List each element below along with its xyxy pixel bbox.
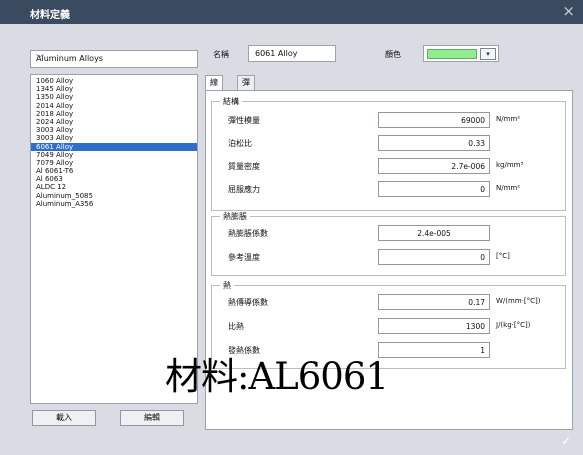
chevron-down-icon: ﹀ <box>36 54 44 63</box>
reference-temperature-row: 參考溫度 0 [°C] <box>228 249 564 266</box>
property-label: 比熱 <box>228 322 244 331</box>
unit-label: kg/mm³ <box>496 161 524 169</box>
elastic-modulus-field[interactable]: 69000 <box>378 112 490 128</box>
unit-label: N/mm² <box>496 115 521 123</box>
color-dropdown-button[interactable]: ▾ <box>480 48 496 60</box>
list-item[interactable]: Al 6061-T6 <box>31 167 197 175</box>
property-label: 屈服應力 <box>228 185 260 194</box>
color-picker[interactable]: ▾ <box>423 45 499 62</box>
thermal-expansion-coefficient-field[interactable]: 2.4e-005 <box>378 225 490 241</box>
unit-label: N/mm² <box>496 184 521 192</box>
unit-label: J/(kg·[°C]) <box>496 321 531 329</box>
list-item[interactable]: ALDC 12 <box>31 183 197 191</box>
poisson-ratio-row: 泊松比 0.33 <box>228 135 564 152</box>
list-item[interactable]: 7049 Alloy <box>31 151 197 159</box>
poisson-ratio-field[interactable]: 0.33 <box>378 135 490 151</box>
checkmark-icon[interactable]: ✓ <box>561 434 571 448</box>
list-item[interactable]: 3003 Alloy <box>31 126 197 134</box>
property-label: 參考溫度 <box>228 253 260 262</box>
list-item[interactable]: 2014 Alloy <box>31 102 197 110</box>
edit-button[interactable]: 編輯 <box>120 410 184 426</box>
elastic-modulus-row: 彈性模量 69000 N/mm² <box>228 112 564 129</box>
list-item[interactable]: 6061 Alloy <box>31 142 197 151</box>
color-label: 顏色 <box>385 50 401 59</box>
thermal-expansion-coefficient-row: 熱膨脹係數 2.4e-005 <box>228 225 564 242</box>
specific-heat-field[interactable]: 1300 <box>378 318 490 334</box>
title-bar: 材料定義 × <box>0 0 583 24</box>
list-item[interactable]: Aluminum_5085 <box>31 192 197 200</box>
thermal-expansion-group-title: 熱膨脹 <box>220 211 250 222</box>
close-icon[interactable]: × <box>562 3 575 19</box>
mass-density-row: 質量密度 2.7e-006 kg/mm³ <box>228 158 564 175</box>
window-title: 材料定義 <box>30 10 70 21</box>
list-item[interactable]: 2024 Alloy <box>31 118 197 126</box>
heat-group-title: 熱 <box>220 280 234 291</box>
unit-label: W/(mm·[°C]) <box>496 297 541 305</box>
list-item[interactable]: 3003 Alloy <box>31 134 197 142</box>
heat-generation-coefficient-field[interactable]: 1 <box>378 342 490 358</box>
category-select[interactable]: Aluminum Alloys ﹀ <box>30 50 198 68</box>
structure-group: 結構 彈性模量 69000 N/mm² 泊松比 0.33 質量密度 2.7e-0… <box>211 96 566 211</box>
mass-density-field[interactable]: 2.7e-006 <box>378 158 490 174</box>
property-label: 熱傳導係數 <box>228 298 268 307</box>
list-item[interactable]: 7079 Alloy <box>31 159 197 167</box>
color-swatch <box>427 49 477 59</box>
structure-group-title: 結構 <box>220 96 242 107</box>
yield-stress-row: 屈服應力 0 N/mm² <box>228 181 564 198</box>
yield-stress-field[interactable]: 0 <box>378 181 490 197</box>
thermal-expansion-group: 熱膨脹 熱膨脹係數 2.4e-005 參考溫度 0 [°C] <box>211 211 566 276</box>
property-label: 泊松比 <box>228 139 252 148</box>
property-label: 彈性模量 <box>228 116 260 125</box>
thermal-conductivity-row: 熱傳導係數 0.17 W/(mm·[°C]) <box>228 294 564 311</box>
load-button[interactable]: 載入 <box>32 410 96 426</box>
property-label: 熱膨脹係數 <box>228 229 268 238</box>
unit-label: [°C] <box>496 252 510 260</box>
list-item[interactable]: 2018 Alloy <box>31 110 197 118</box>
list-item[interactable]: 1060 Alloy <box>31 77 197 85</box>
list-item[interactable]: Al 6063 <box>31 175 197 183</box>
list-item[interactable]: 1345 Alloy <box>31 85 197 93</box>
name-field[interactable]: 6061 Alloy <box>248 45 336 62</box>
overlay-caption: 材料:AL6061 <box>165 355 389 398</box>
specific-heat-row: 比熱 1300 J/(kg·[°C]) <box>228 318 564 335</box>
property-label: 質量密度 <box>228 162 260 171</box>
thermal-conductivity-field[interactable]: 0.17 <box>378 294 490 310</box>
list-item[interactable]: 1350 Alloy <box>31 93 197 101</box>
reference-temperature-field[interactable]: 0 <box>378 249 490 265</box>
name-label: 名稱 <box>213 50 229 59</box>
list-item[interactable]: Aluminum_A356 <box>31 200 197 208</box>
tab-elastoplastic[interactable]: 彈塑性 <box>237 75 255 115</box>
